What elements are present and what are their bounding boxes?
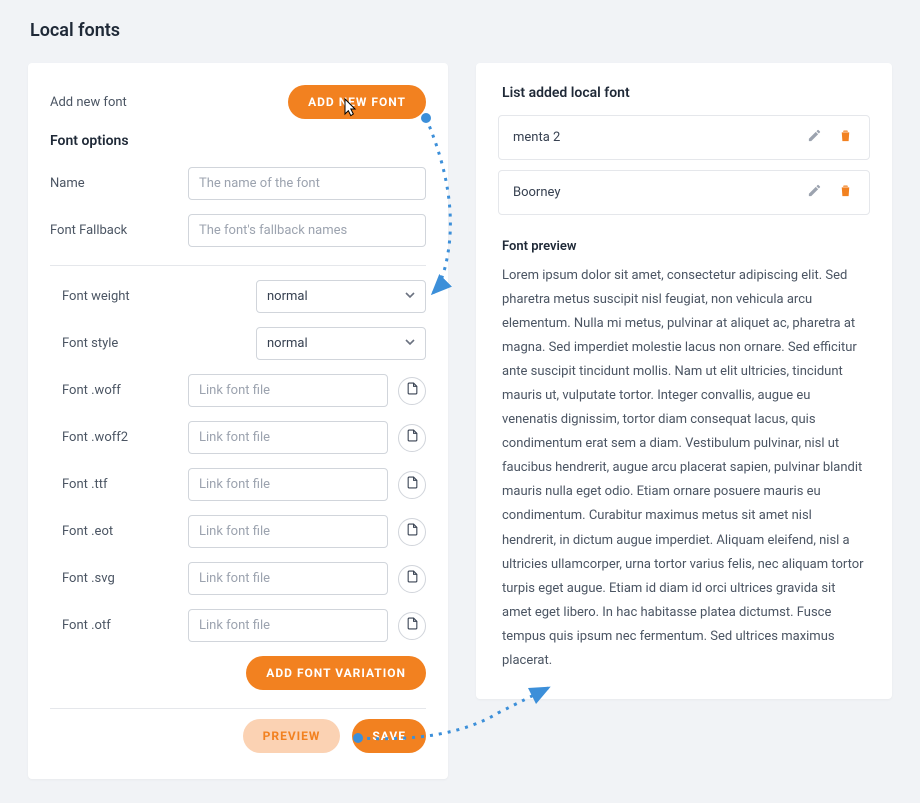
file-input-ttf[interactable]: [188, 468, 388, 501]
name-input[interactable]: [188, 167, 426, 200]
file-input-eot[interactable]: [188, 515, 388, 548]
pencil-icon: [807, 183, 822, 202]
file-icon: [406, 617, 419, 634]
file-icon: [406, 570, 419, 587]
style-label: Font style: [62, 336, 178, 351]
fallback-input[interactable]: [188, 214, 426, 247]
file-label: Font .otf: [62, 618, 178, 633]
file-picker-button[interactable]: [398, 471, 426, 499]
file-label: Font .ttf: [62, 477, 178, 492]
divider: [50, 708, 426, 709]
weight-label: Font weight: [62, 289, 178, 304]
file-picker-button[interactable]: [398, 377, 426, 405]
file-picker-button[interactable]: [398, 565, 426, 593]
add-font-label: Add new font: [50, 95, 127, 110]
divider: [50, 265, 426, 266]
pencil-icon: [807, 128, 822, 147]
preview-button[interactable]: PREVIEW: [243, 719, 341, 753]
list-item-name: Boorney: [513, 185, 560, 200]
file-input-woff[interactable]: [188, 374, 388, 407]
file-icon: [406, 382, 419, 399]
preview-text: Lorem ipsum dolor sit amet, consectetur …: [502, 264, 866, 673]
file-label: Font .woff2: [62, 430, 178, 445]
save-button[interactable]: SAVE: [352, 719, 426, 753]
font-options-heading: Font options: [50, 133, 426, 149]
file-icon: [406, 476, 419, 493]
list-title: List added local font: [502, 85, 870, 101]
file-input-woff2[interactable]: [188, 421, 388, 454]
file-picker-button[interactable]: [398, 424, 426, 452]
file-picker-button[interactable]: [398, 612, 426, 640]
file-icon: [406, 429, 419, 446]
add-font-variation-button[interactable]: ADD FONT VARIATION: [246, 656, 426, 690]
list-item: Boorney: [498, 170, 870, 215]
list-item-name: menta 2: [513, 130, 560, 145]
style-select[interactable]: normal: [256, 327, 426, 360]
file-picker-button[interactable]: [398, 518, 426, 546]
list-item: menta 2: [498, 115, 870, 160]
edit-button[interactable]: [805, 181, 824, 204]
right-panel: List added local font menta 2 Boorney: [476, 63, 892, 699]
delete-button[interactable]: [836, 181, 855, 204]
file-label: Font .eot: [62, 524, 178, 539]
weight-select[interactable]: normal: [256, 280, 426, 313]
page-title: Local fonts: [30, 20, 892, 41]
delete-button[interactable]: [836, 126, 855, 149]
preview-title: Font preview: [502, 239, 870, 254]
file-icon: [406, 523, 419, 540]
file-input-svg[interactable]: [188, 562, 388, 595]
name-label: Name: [50, 176, 178, 191]
fallback-label: Font Fallback: [50, 223, 178, 238]
file-label: Font .woff: [62, 383, 178, 398]
font-form-panel: Add new font ADD NEW FONT Font options N…: [28, 63, 448, 779]
trash-icon: [838, 128, 853, 147]
trash-icon: [838, 183, 853, 202]
edit-button[interactable]: [805, 126, 824, 149]
file-input-otf[interactable]: [188, 609, 388, 642]
add-new-font-button[interactable]: ADD NEW FONT: [288, 85, 426, 119]
file-label: Font .svg: [62, 571, 178, 586]
